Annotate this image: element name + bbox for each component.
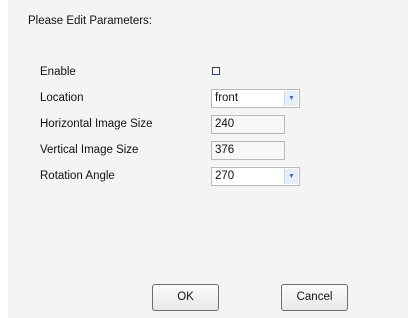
dialog-heading: Please Edit Parameters:	[28, 15, 153, 27]
edit-parameters-dialog: Please Edit Parameters: Enable Location …	[0, 0, 416, 318]
location-label: Location	[40, 92, 84, 104]
chevron-down-icon[interactable]: ▼	[284, 169, 298, 184]
dialog-right-edge	[408, 0, 416, 318]
ok-button[interactable]: OK	[152, 284, 219, 311]
location-select-value: front	[215, 92, 239, 104]
vertical-size-input[interactable]: 376	[211, 141, 285, 160]
rotation-angle-select[interactable]: 270 ▼	[211, 167, 300, 186]
vertical-size-label: Vertical Image Size	[40, 144, 139, 156]
enable-label: Enable	[40, 66, 76, 78]
chevron-down-icon[interactable]: ▼	[284, 91, 298, 106]
cancel-button[interactable]: Cancel	[281, 284, 348, 311]
rotation-angle-label: Rotation Angle	[40, 170, 115, 182]
dialog-left-edge	[0, 0, 8, 318]
enable-checkbox[interactable]	[212, 67, 220, 75]
rotation-angle-select-value: 270	[215, 170, 235, 182]
location-select[interactable]: front ▼	[211, 89, 300, 108]
horizontal-size-input[interactable]: 240	[211, 115, 285, 134]
horizontal-size-label: Horizontal Image Size	[40, 118, 153, 130]
